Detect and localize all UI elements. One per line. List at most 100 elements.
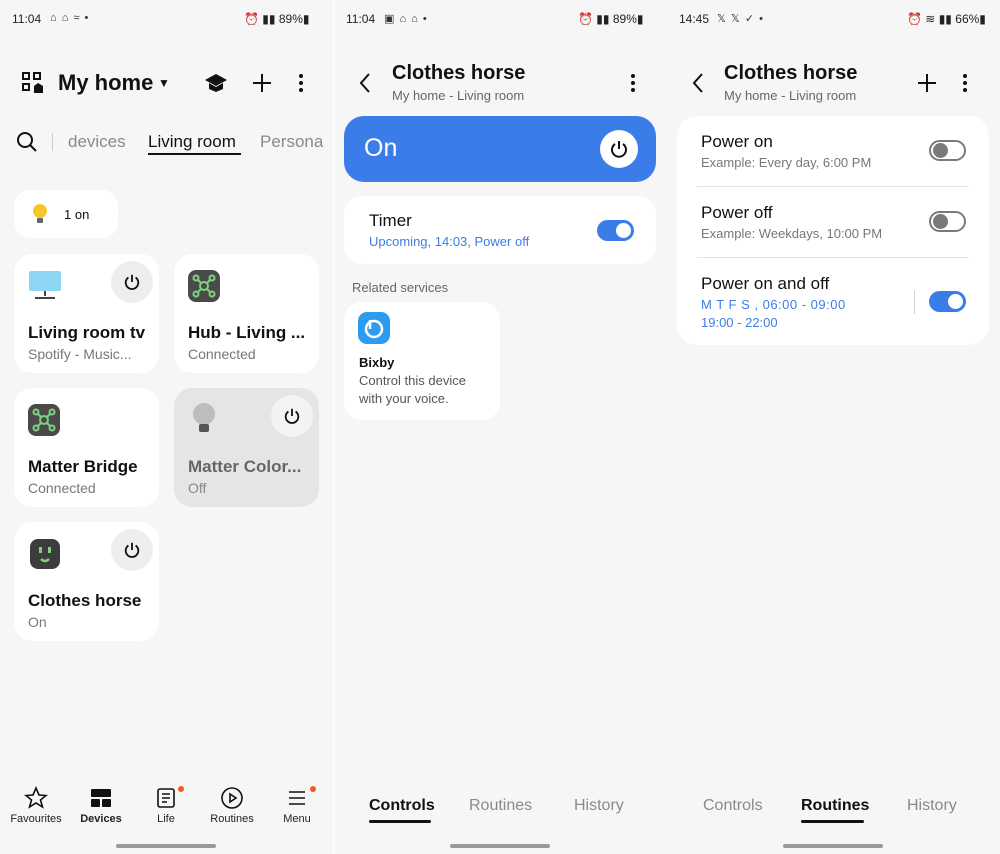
bulb-icon bbox=[192, 402, 216, 436]
notification-dot bbox=[178, 786, 184, 792]
power-button[interactable] bbox=[600, 130, 638, 168]
search-icon[interactable] bbox=[16, 131, 38, 153]
status-time: 11:04 bbox=[12, 12, 42, 26]
device-name: Living room tv bbox=[28, 323, 146, 342]
device-card-living-room-tv[interactable]: Living room tv Spotify - Music... bbox=[14, 254, 159, 373]
hub-icon bbox=[188, 270, 220, 302]
status-notification-icons: ⌂ ⌂ ≈ • bbox=[50, 12, 90, 24]
gesture-bar[interactable] bbox=[783, 844, 883, 848]
tab-history[interactable]: History bbox=[574, 797, 624, 815]
device-location: My home - Living room bbox=[724, 88, 857, 103]
toggle-knob bbox=[616, 223, 631, 238]
chevron-down-icon[interactable]: ▼ bbox=[158, 76, 170, 90]
nav-label: Devices bbox=[80, 813, 122, 825]
power-icon bbox=[611, 141, 627, 158]
device-name: Clothes horse bbox=[28, 591, 142, 610]
active-filter-underline bbox=[148, 153, 241, 155]
alarm-icon: ⏰ bbox=[244, 12, 259, 26]
more-options-icon[interactable] bbox=[629, 73, 637, 93]
battery-icon: ▮ bbox=[979, 12, 986, 26]
learn-hat-icon[interactable] bbox=[204, 71, 228, 95]
divider bbox=[52, 133, 53, 151]
signal-icon: ▮▮ bbox=[596, 12, 610, 26]
related-services-heading: Related services bbox=[352, 280, 449, 295]
nav-menu[interactable]: Menu bbox=[264, 786, 330, 825]
routine-item-power-on[interactable]: Power on Example: Every day, 6:00 PM bbox=[677, 116, 989, 186]
more-options-icon[interactable] bbox=[961, 73, 969, 93]
tab-controls[interactable]: Controls bbox=[369, 797, 435, 815]
home-qr-icon[interactable] bbox=[22, 72, 44, 94]
back-icon[interactable] bbox=[358, 72, 372, 94]
tab-routines[interactable]: Routines bbox=[469, 797, 532, 815]
bixby-card[interactable]: Bixby Control this device with your voic… bbox=[344, 302, 500, 420]
filter-tab-personal[interactable]: Persona bbox=[260, 132, 323, 152]
gesture-bar[interactable] bbox=[450, 844, 550, 848]
timer-toggle[interactable] bbox=[597, 220, 634, 241]
nav-favourites[interactable]: Favourites bbox=[3, 786, 69, 825]
divider bbox=[914, 290, 915, 314]
signal-icon: ▮▮ bbox=[262, 12, 276, 26]
battery-icon: ▮ bbox=[636, 12, 644, 26]
battery-level: 89% bbox=[278, 12, 303, 26]
power-button[interactable] bbox=[271, 395, 313, 437]
filter-tab-living-room[interactable]: Living room bbox=[148, 132, 236, 152]
device-controls-screen: 11:04 ▣ ⌂ ⌂ • ⏰ ▮▮ 89%▮ Clothes horse My… bbox=[334, 0, 667, 854]
tab-controls[interactable]: Controls bbox=[703, 797, 763, 815]
alarm-icon: ⏰ bbox=[578, 12, 593, 26]
routine-item-power-on-off[interactable]: Power on and off M T F S , 06:00 - 09:00… bbox=[677, 258, 989, 345]
device-routines-screen: 14:45 𝕏 𝕏 ✓ • ⏰ ≋ ▮▮ 66%▮ Clothes horse … bbox=[667, 0, 1000, 854]
nav-devices[interactable]: Devices bbox=[68, 786, 134, 825]
device-name: Matter Color... bbox=[188, 457, 302, 476]
nav-life[interactable]: Life bbox=[133, 786, 199, 825]
device-status: Off bbox=[188, 480, 207, 496]
back-icon[interactable] bbox=[691, 72, 705, 94]
hub-icon bbox=[28, 404, 60, 436]
routine-title: Power off bbox=[701, 203, 773, 222]
device-card-matter-bridge[interactable]: Matter Bridge Connected bbox=[14, 388, 159, 507]
nav-label: Life bbox=[157, 813, 175, 825]
lights-on-label: 1 on bbox=[64, 207, 90, 222]
routine-toggle[interactable] bbox=[929, 291, 966, 312]
more-options-icon[interactable] bbox=[297, 73, 305, 93]
bixby-desc-line1: Control this device bbox=[359, 373, 466, 388]
power-button[interactable] bbox=[111, 529, 153, 571]
add-icon[interactable] bbox=[251, 72, 273, 94]
toggle-knob bbox=[948, 294, 963, 309]
routine-schedule-line2: 19:00 - 22:00 bbox=[701, 315, 778, 330]
battery-icon: ▮ bbox=[302, 12, 310, 26]
active-tab-underline bbox=[801, 820, 864, 823]
gesture-bar[interactable] bbox=[116, 844, 216, 848]
home-title[interactable]: My home bbox=[58, 70, 153, 96]
filter-tab-devices[interactable]: devices bbox=[68, 132, 126, 152]
timer-card[interactable]: Timer Upcoming, 14:03, Power off bbox=[344, 196, 656, 264]
nav-label: Routines bbox=[210, 813, 254, 825]
routine-title: Power on bbox=[701, 132, 773, 151]
device-name: Matter Bridge bbox=[28, 457, 138, 476]
routine-item-power-off[interactable]: Power off Example: Weekdays, 10:00 PM bbox=[677, 187, 989, 257]
device-name: Hub - Living ... bbox=[188, 323, 306, 342]
routine-toggle[interactable] bbox=[929, 140, 966, 161]
tab-history[interactable]: History bbox=[907, 797, 957, 815]
status-right: ⏰ ≋ ▮▮ 66%▮ bbox=[907, 12, 986, 26]
routine-toggle[interactable] bbox=[929, 211, 966, 232]
device-status: Connected bbox=[188, 346, 256, 362]
lights-on-chip[interactable]: 1 on bbox=[14, 190, 118, 238]
nav-routines[interactable]: Routines bbox=[199, 786, 265, 825]
power-state-card[interactable]: On bbox=[344, 116, 656, 182]
active-tab-underline bbox=[369, 820, 431, 823]
power-icon bbox=[124, 274, 140, 290]
nav-label: Favourites bbox=[10, 813, 62, 825]
routine-subtitle: Example: Weekdays, 10:00 PM bbox=[701, 226, 883, 241]
add-icon[interactable] bbox=[916, 72, 938, 94]
power-button[interactable] bbox=[111, 261, 153, 303]
tab-routines[interactable]: Routines bbox=[801, 797, 869, 815]
timer-detail: Upcoming, 14:03, Power off bbox=[369, 234, 530, 249]
device-card-hub[interactable]: Hub - Living ... Connected bbox=[174, 254, 319, 373]
device-card-clothes-horse[interactable]: Clothes horse On bbox=[14, 522, 159, 641]
plug-icon bbox=[30, 539, 60, 569]
bixby-title: Bixby bbox=[359, 355, 395, 370]
device-card-matter-color[interactable]: Matter Color... Off bbox=[174, 388, 319, 507]
tv-icon bbox=[28, 270, 62, 300]
notification-dot bbox=[310, 786, 316, 792]
devices-screen: 11:04 ⌂ ⌂ ≈ • ⏰ ▮▮ 89%▮ My home ▼ device… bbox=[0, 0, 333, 854]
